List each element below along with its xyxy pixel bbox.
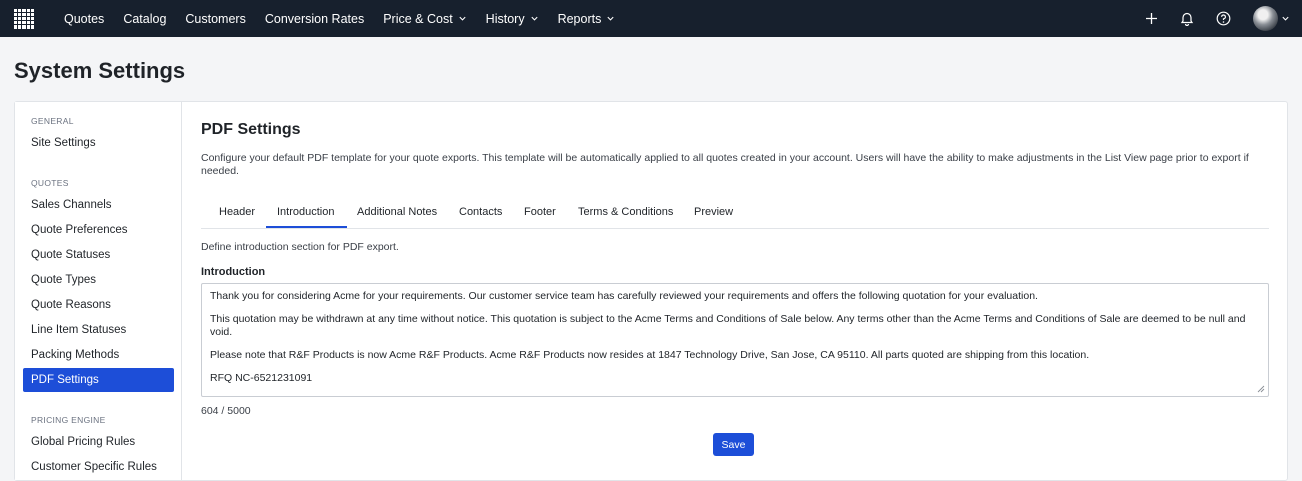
sidebar-item-quote-types[interactable]: Quote Types <box>31 274 96 286</box>
nav-quotes-label: Quotes <box>64 11 105 26</box>
pdf-settings-tabs: Header Introduction Additional Notes Con… <box>201 198 1269 229</box>
resize-handle-icon[interactable] <box>1257 385 1265 393</box>
sidebar-item-customer-specific-rules[interactable]: Customer Specific Rules <box>31 461 157 473</box>
help-icon[interactable] <box>1216 11 1231 26</box>
avatar[interactable] <box>1253 6 1278 31</box>
nav-history[interactable]: History <box>486 12 539 26</box>
active-tab-indicator <box>266 226 347 228</box>
sidebar-item-site-settings[interactable]: Site Settings <box>31 137 96 149</box>
sidebar-item-sales-channels[interactable]: Sales Channels <box>31 199 112 211</box>
sidebar-item-packing-methods[interactable]: Packing Methods <box>31 349 119 361</box>
character-counter: 604 / 5000 <box>201 405 251 417</box>
sidebar-item-global-pricing-rules[interactable]: Global Pricing Rules <box>31 436 135 448</box>
nav-right-tools <box>1123 0 1302 37</box>
intro-paragraph: This quotation may be withdrawn at any t… <box>210 313 1246 338</box>
chevron-down-icon <box>607 16 614 21</box>
nav-price-cost-label: Price & Cost <box>383 11 453 26</box>
sidebar-item-pdf-settings[interactable]: PDF Settings <box>23 368 174 392</box>
top-navigation-bar: Quotes Catalog Customers Conversion Rate… <box>0 0 1302 37</box>
app-grid-logo-icon[interactable] <box>14 8 34 29</box>
nav-conversion-rates[interactable]: Conversion Rates <box>265 12 364 26</box>
intro-paragraph: RFQ NC-6521231091 <box>210 372 313 384</box>
nav-catalog-label: Catalog <box>123 11 167 26</box>
sidebar-item-quote-reasons[interactable]: Quote Reasons <box>31 299 111 311</box>
tab-terms-conditions[interactable]: Terms & Conditions <box>578 206 673 218</box>
chevron-down-icon <box>530 16 538 21</box>
tab-contacts[interactable]: Contacts <box>459 206 502 218</box>
nav-customers[interactable]: Customers <box>185 12 245 26</box>
tab-footer[interactable]: Footer <box>524 206 556 218</box>
page-title: System Settings <box>14 58 186 83</box>
tab-preview[interactable]: Preview <box>694 206 733 218</box>
chevron-down-icon[interactable] <box>1281 14 1290 23</box>
settings-panel: GENERAL Site Settings QUOTES Sales Chann… <box>14 101 1288 481</box>
sidebar-item-quote-statuses[interactable]: Quote Statuses <box>31 249 110 261</box>
main-nav: Quotes Catalog Customers Conversion Rate… <box>64 12 634 26</box>
nav-quotes[interactable]: Quotes <box>64 12 104 26</box>
section-description: Configure your default PDF template for … <box>201 152 1249 177</box>
tab-header[interactable]: Header <box>219 206 255 218</box>
sidebar-section-quotes: QUOTES <box>31 178 69 188</box>
save-button[interactable]: Save <box>713 433 754 456</box>
section-title: PDF Settings <box>201 121 301 138</box>
sidebar-item-line-item-statuses[interactable]: Line Item Statuses <box>31 324 126 336</box>
bell-icon[interactable] <box>1180 11 1194 26</box>
sidebar-item-quote-preferences[interactable]: Quote Preferences <box>31 224 128 236</box>
introduction-label: Introduction <box>201 266 266 278</box>
nav-customers-label: Customers <box>185 11 246 26</box>
plus-icon[interactable] <box>1145 12 1158 25</box>
chevron-down-icon <box>459 16 466 21</box>
nav-conversion-rates-label: Conversion Rates <box>264 11 365 26</box>
nav-price-cost[interactable]: Price & Cost <box>383 12 466 26</box>
sidebar-section-general: GENERAL <box>31 116 74 126</box>
intro-paragraph: Thank you for considering Acme for your … <box>210 290 1038 302</box>
introduction-textarea[interactable]: Thank you for considering Acme for your … <box>201 283 1269 397</box>
nav-reports-label: Reports <box>557 11 602 26</box>
nav-reports[interactable]: Reports <box>558 12 616 26</box>
tab-introduction[interactable]: Introduction <box>277 206 334 218</box>
sidebar-section-pricing-engine: PRICING ENGINE <box>31 415 106 425</box>
intro-paragraph: Please note that R&F Products is now Acm… <box>210 349 1090 361</box>
tab-description: Define introduction section for PDF expo… <box>201 241 399 253</box>
settings-sidebar: GENERAL Site Settings QUOTES Sales Chann… <box>15 102 182 480</box>
nav-history-label: History <box>485 11 525 26</box>
tab-additional-notes[interactable]: Additional Notes <box>357 206 437 218</box>
nav-catalog[interactable]: Catalog <box>123 12 166 26</box>
